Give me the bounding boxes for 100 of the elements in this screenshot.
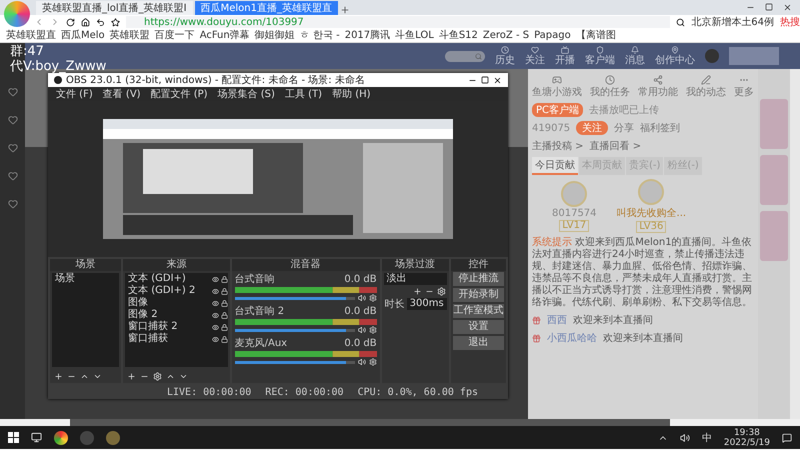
gamepad-icon[interactable] [552, 75, 562, 85]
bookmark[interactable]: 2017腾讯 [344, 29, 390, 42]
home-icon[interactable] [81, 18, 90, 26]
control-button[interactable]: 开始录制 [452, 288, 504, 302]
speaker-icon[interactable] [358, 294, 366, 302]
bookmark[interactable]: AcFun弹幕 [200, 29, 250, 42]
browser-tab[interactable]: 英雄联盟直播_lol直播_英雄联盟I [36, 1, 193, 15]
pin-icon[interactable] [671, 46, 679, 54]
maximize-icon[interactable] [481, 76, 489, 84]
duration-field[interactable]: 300ms [406, 298, 447, 310]
menu-item[interactable]: 查看 (V) [102, 87, 141, 101]
bookmark[interactable]: 西瓜Melo [61, 29, 105, 42]
notification-icon[interactable] [782, 432, 792, 442]
source-item[interactable]: 图像 2 [128, 309, 158, 321]
tv-icon[interactable] [561, 46, 569, 54]
lock-icon[interactable] [220, 336, 228, 342]
bookmark[interactable]: 【离谱图 [576, 29, 616, 42]
settings-icon[interactable] [368, 294, 377, 302]
maximize-icon[interactable] [765, 3, 773, 12]
bookmark[interactable]: 斗鱼LOL [395, 29, 434, 42]
browser-tab[interactable]: 西瓜Melon1直播_英雄联盟直 [194, 1, 338, 15]
reload-icon[interactable] [66, 18, 75, 26]
bookmark[interactable]: Papago [534, 29, 571, 42]
control-button[interactable]: 停止推流 [452, 272, 504, 286]
search-field[interactable] [445, 50, 485, 62]
visibility-icon[interactable] [212, 276, 219, 282]
settings-icon[interactable] [153, 372, 162, 380]
sidebar-icon[interactable] [8, 199, 18, 209]
speaker-icon[interactable] [358, 358, 366, 366]
clock-icon[interactable] [501, 46, 509, 54]
sidebar-icon[interactable] [8, 87, 18, 97]
header-link[interactable]: 开播 [555, 55, 575, 66]
transition-select[interactable]: 淡出 [384, 273, 447, 285]
rank-link[interactable]: 主播投稿 > [532, 139, 584, 153]
header-link[interactable]: 消息 [625, 55, 645, 66]
rank-tab[interactable]: 今日贡献 [532, 157, 578, 175]
heart-icon[interactable] [531, 46, 539, 54]
visibility-icon[interactable] [212, 288, 219, 294]
search-suggestion[interactable]: 北京新增本土64例 [691, 15, 774, 29]
menu-item[interactable]: 工具 (T) [284, 87, 322, 101]
settings-icon[interactable] [368, 326, 377, 334]
volume-slider[interactable] [234, 296, 355, 300]
settings-icon[interactable] [436, 287, 446, 296]
edit-icon[interactable] [701, 75, 711, 85]
bookmark[interactable]: 百度一下 [154, 29, 195, 42]
header-link[interactable]: 关注 [525, 55, 545, 66]
volume-icon[interactable] [680, 432, 690, 442]
shield-icon[interactable] [596, 46, 604, 54]
task-view-icon[interactable] [31, 432, 42, 443]
control-button[interactable]: 设置 [452, 320, 504, 334]
sidebar-icon[interactable] [8, 171, 18, 181]
visibility-icon[interactable] [212, 300, 219, 306]
menu-item[interactable]: 场景集合 (S) [218, 87, 275, 101]
lock-icon[interactable] [220, 300, 228, 306]
windows-start-icon[interactable] [8, 432, 19, 443]
add-icon[interactable] [412, 287, 422, 296]
star-icon[interactable] [111, 18, 120, 26]
bookmark[interactable]: 英雄联盟直 [6, 29, 56, 42]
source-item[interactable]: 窗口捕获 [128, 333, 168, 345]
bell-icon[interactable] [631, 46, 639, 54]
clock-icon[interactable] [605, 75, 615, 85]
new-tab-icon[interactable] [340, 5, 350, 15]
lock-icon[interactable] [220, 312, 228, 318]
search-icon[interactable] [676, 18, 686, 26]
header-link[interactable]: 历史 [495, 55, 515, 66]
add-icon[interactable] [127, 372, 136, 380]
close-icon[interactable] [783, 3, 792, 12]
visibility-icon[interactable] [212, 324, 219, 330]
sidebar-icon[interactable] [8, 143, 18, 153]
clock-date[interactable]: 2022/5/19 [724, 438, 770, 448]
browser-taskbar-icon[interactable] [54, 430, 68, 444]
hot-search-link[interactable]: 热搜 [780, 15, 800, 29]
menu-item[interactable]: 配置文件 (P) [150, 87, 208, 101]
clock-time[interactable]: 19:38 [734, 428, 760, 438]
bookmark[interactable]: 英雄联盟 [110, 29, 150, 42]
close-icon[interactable] [493, 76, 502, 84]
visibility-icon[interactable] [212, 312, 219, 318]
bookmark[interactable]: 御姐御姐 [254, 29, 295, 42]
lock-icon[interactable] [220, 276, 228, 282]
header-link[interactable]: 客户端 [585, 55, 615, 66]
lock-icon[interactable] [220, 288, 228, 294]
speaker-icon[interactable] [358, 326, 366, 334]
volume-slider[interactable] [234, 360, 355, 364]
scrollbar-thumb[interactable] [70, 419, 670, 426]
scrollbar[interactable] [790, 69, 800, 419]
control-button[interactable]: 工作室模式 [452, 304, 504, 318]
source-item[interactable]: 文本 (GDI+) 2 [128, 285, 196, 297]
bookmark[interactable]: 斗鱼S12 [438, 29, 478, 42]
bookmark[interactable]: ZeroZ - S [482, 29, 530, 42]
visibility-icon[interactable] [212, 336, 219, 342]
menu-item[interactable]: 文件 (F) [56, 87, 93, 101]
undo-icon[interactable] [96, 18, 105, 26]
add-icon[interactable] [54, 372, 63, 380]
header-link[interactable]: 创作中心 [655, 55, 695, 66]
source-item[interactable]: 文本 (GDI+) [128, 273, 186, 285]
rank-link[interactable]: 直播回看 > [590, 139, 642, 153]
volume-slider[interactable] [234, 328, 355, 332]
sidebar-icon[interactable] [8, 115, 18, 125]
game-taskbar-icon[interactable] [106, 430, 120, 444]
menu-item[interactable]: 帮助 (H) [332, 87, 371, 101]
